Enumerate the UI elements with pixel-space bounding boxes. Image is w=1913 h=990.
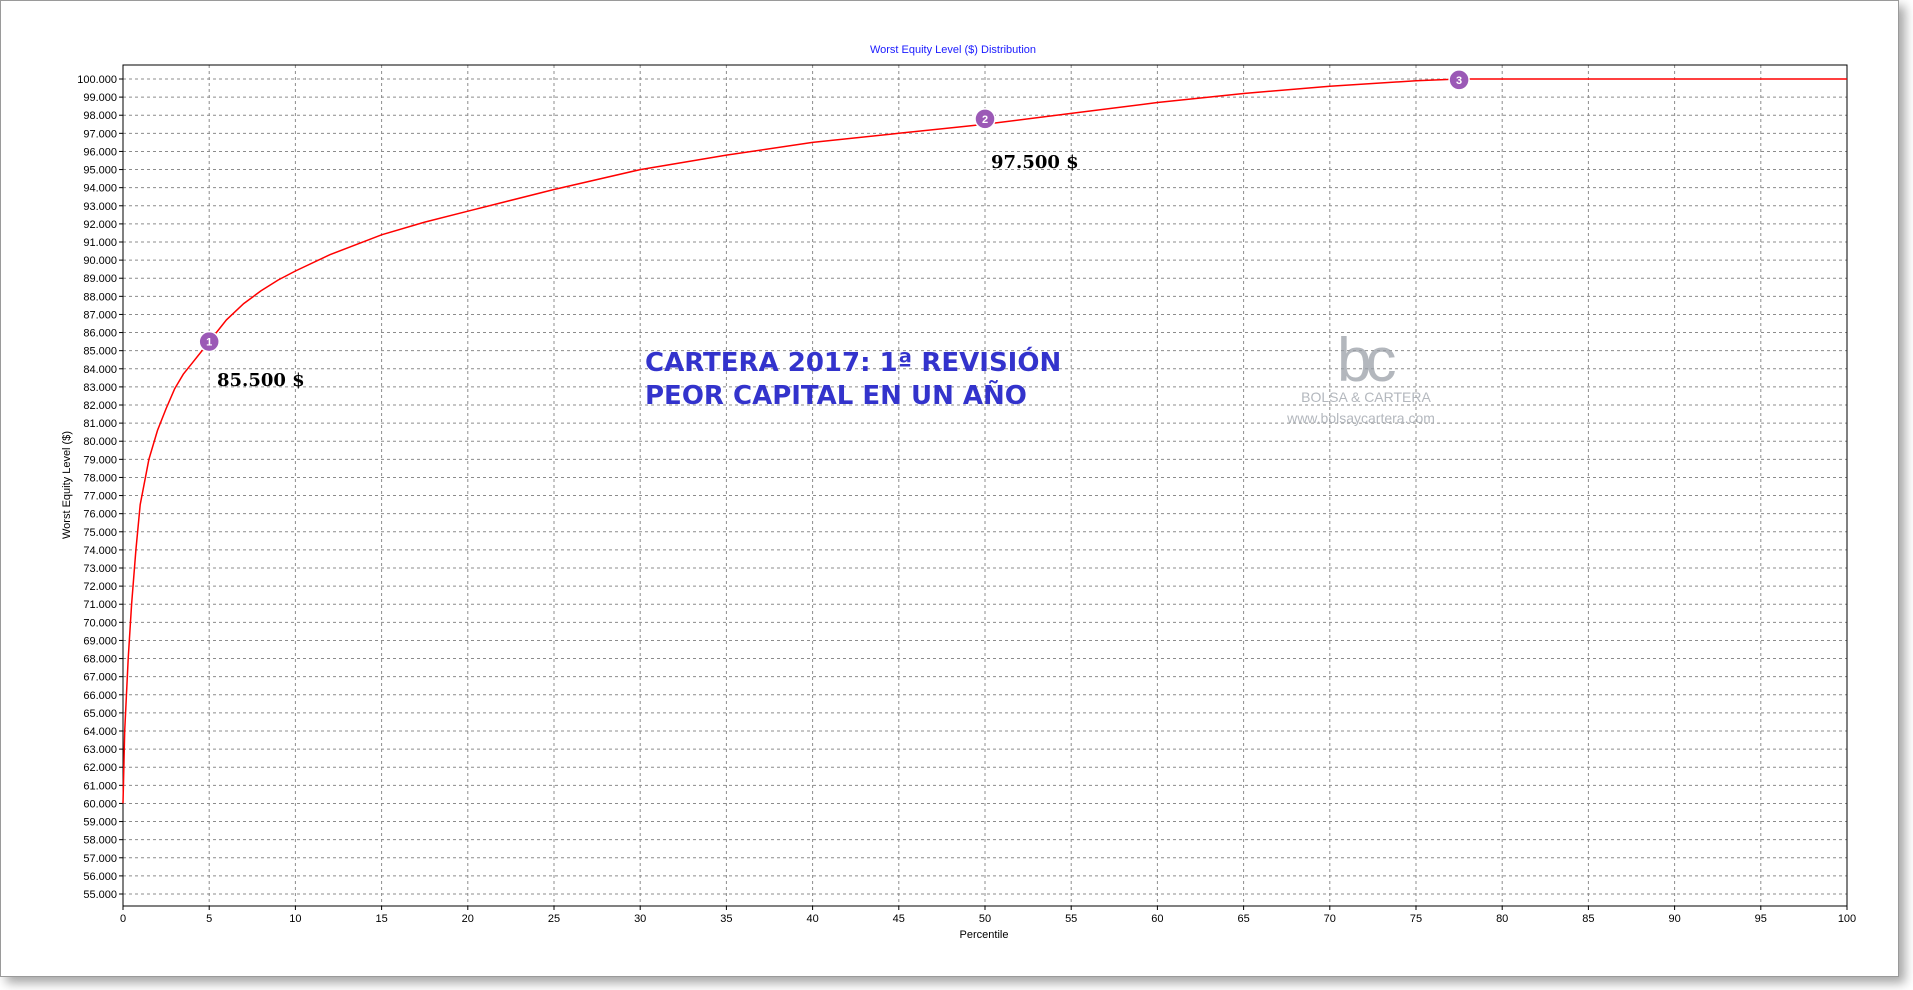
marker-label-2: 2 xyxy=(982,114,988,126)
marker-label-1: 1 xyxy=(206,337,212,349)
y-tick-label: 66.000 xyxy=(83,690,117,702)
x-axis-ticks: 0 5 10 15 20 25 30 35 40 45 50 55 60 65 70 75 80 85 90 95 10… xyxy=(120,906,1856,925)
watermark-logo: bc BOLSA & CARTERA www.bolsaycartera.com xyxy=(1286,326,1435,426)
y-tick-label: 70.000 xyxy=(83,617,117,629)
y-tick-label: 77.000 xyxy=(83,491,117,503)
y-axis-ticks: 55.000 56.000 57.000 58.000 59.000 60.000 61.0… xyxy=(77,74,123,901)
marker-label-3: 3 xyxy=(1456,75,1462,87)
chart-title: Worst Equity Level ($) Distribution xyxy=(870,44,1036,56)
x-tick-label: 65 xyxy=(1237,913,1249,925)
x-tick-label: 95 xyxy=(1755,913,1767,925)
y-tick-label: 55.000 xyxy=(83,889,117,901)
x-tick-label: 25 xyxy=(548,913,560,925)
y-tick-label: 65.000 xyxy=(83,708,117,720)
y-tick-label: 56.000 xyxy=(83,871,117,883)
x-tick-label: 100 xyxy=(1838,913,1856,925)
y-tick-label: 69.000 xyxy=(83,635,117,647)
x-tick-label: 55 xyxy=(1065,913,1077,925)
x-tick-label: 75 xyxy=(1410,913,1422,925)
x-tick-label: 0 xyxy=(120,913,126,925)
chart-svg: Worst Equity Level ($) Distribution 55.0… xyxy=(61,44,1856,941)
y-tick-label: 83.000 xyxy=(83,382,117,394)
y-tick-label: 99.000 xyxy=(83,92,117,104)
annotation-title-line-2: PEOR CAPITAL EN UN AÑO xyxy=(645,379,1027,411)
annotation-title-line-1: CARTERA 2017: 1ª REVISIÓN xyxy=(645,346,1061,378)
y-tick-label: 74.000 xyxy=(83,545,117,557)
annotation-value-1: 85.500 $ xyxy=(217,370,305,391)
watermark-name: BOLSA & CARTERA xyxy=(1301,389,1431,405)
y-tick-label: 86.000 xyxy=(83,328,117,340)
y-tick-label: 71.000 xyxy=(83,599,117,611)
y-tick-label: 95.000 xyxy=(83,165,117,177)
y-tick-label: 61.000 xyxy=(83,780,117,792)
y-tick-label: 57.000 xyxy=(83,853,117,865)
y-tick-label: 81.000 xyxy=(83,418,117,430)
y-tick-label: 58.000 xyxy=(83,835,117,847)
y-tick-label: 63.000 xyxy=(83,744,117,756)
watermark-logo-letters: bc xyxy=(1337,326,1395,395)
y-tick-label: 79.000 xyxy=(83,454,117,466)
chart-window: Worst Equity Level ($) Distribution 55.0… xyxy=(0,0,1899,977)
y-tick-label: 67.000 xyxy=(83,672,117,684)
y-tick-label: 98.000 xyxy=(83,110,117,122)
watermark-url: www.bolsaycartera.com xyxy=(1286,410,1435,426)
x-tick-label: 15 xyxy=(375,913,387,925)
y-tick-label: 73.000 xyxy=(83,563,117,575)
x-tick-label: 35 xyxy=(720,913,732,925)
grid-layer xyxy=(123,65,1847,906)
y-tick-label: 88.000 xyxy=(83,291,117,303)
x-tick-label: 50 xyxy=(979,913,991,925)
y-tick-label: 91.000 xyxy=(83,237,117,249)
y-axis-label: Worst Equity Level ($) xyxy=(61,431,73,539)
y-tick-label: 76.000 xyxy=(83,509,117,521)
y-tick-label: 87.000 xyxy=(83,309,117,321)
y-tick-label: 68.000 xyxy=(83,654,117,666)
y-tick-label: 60.000 xyxy=(83,798,117,810)
y-tick-label: 89.000 xyxy=(83,273,117,285)
y-tick-label: 80.000 xyxy=(83,436,117,448)
x-axis-label: Percentile xyxy=(960,929,1009,941)
y-tick-label: 92.000 xyxy=(83,219,117,231)
y-tick-label: 78.000 xyxy=(83,472,117,484)
y-tick-label: 96.000 xyxy=(83,146,117,158)
y-tick-label: 100.000 xyxy=(77,74,117,86)
x-tick-label: 40 xyxy=(806,913,818,925)
y-tick-label: 90.000 xyxy=(83,255,117,267)
y-tick-label: 62.000 xyxy=(83,762,117,774)
annotation-value-2: 97.500 $ xyxy=(991,152,1079,173)
y-tick-label: 85.000 xyxy=(83,346,117,358)
x-tick-label: 5 xyxy=(206,913,212,925)
y-tick-label: 97.000 xyxy=(83,128,117,140)
y-tick-label: 93.000 xyxy=(83,201,117,213)
y-tick-label: 82.000 xyxy=(83,400,117,412)
y-tick-label: 72.000 xyxy=(83,581,117,593)
x-tick-label: 10 xyxy=(289,913,301,925)
x-tick-label: 70 xyxy=(1324,913,1336,925)
y-tick-label: 75.000 xyxy=(83,527,117,539)
x-tick-label: 60 xyxy=(1151,913,1163,925)
x-tick-label: 45 xyxy=(893,913,905,925)
x-tick-label: 80 xyxy=(1496,913,1508,925)
x-tick-label: 90 xyxy=(1668,913,1680,925)
y-tick-label: 94.000 xyxy=(83,183,117,195)
x-tick-label: 30 xyxy=(634,913,646,925)
y-tick-label: 64.000 xyxy=(83,726,117,738)
x-tick-label: 20 xyxy=(462,913,474,925)
y-tick-label: 84.000 xyxy=(83,364,117,376)
markers-layer: 1 2 3 xyxy=(198,69,1470,353)
x-tick-label: 85 xyxy=(1582,913,1594,925)
y-tick-label: 59.000 xyxy=(83,817,117,829)
